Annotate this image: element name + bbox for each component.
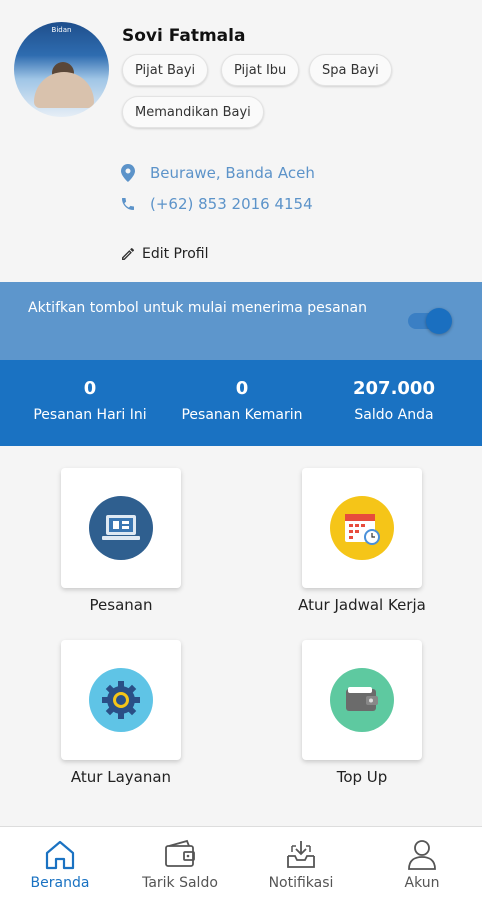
stat-balance: 207.000 Saldo Anda	[314, 360, 474, 423]
stats-bar: 0 Pesanan Hari Ini 0 Pesanan Kemarin 207…	[0, 360, 482, 446]
order-toggle[interactable]	[408, 308, 452, 334]
stat-value: 207.000	[353, 378, 435, 399]
home-icon	[0, 837, 120, 873]
service-chip-pijat-bayi[interactable]: Pijat Bayi	[122, 54, 209, 86]
service-chip-pijat-ibu[interactable]: Pijat Ibu	[221, 54, 300, 86]
location-pin-icon	[120, 164, 136, 182]
laptop-icon	[89, 496, 153, 560]
menu-label-atur-jadwal-kerja: Atur Jadwal Kerja	[298, 596, 426, 614]
menu-card-pesanan[interactable]	[61, 468, 181, 588]
edit-profile-label: Edit Profil	[142, 246, 209, 262]
avatar-brand: Bidan	[51, 26, 72, 34]
stat-orders-yesterday: 0 Pesanan Kemarin	[162, 360, 322, 423]
nav-notifikasi[interactable]: Notifikasi	[241, 827, 361, 900]
menu-label-pesanan: Pesanan	[89, 596, 153, 614]
menu-card-atur-layanan[interactable]	[61, 640, 181, 760]
nav-label: Beranda	[30, 875, 90, 891]
pencil-icon	[122, 247, 134, 260]
edit-profile-link[interactable]: Edit Profil	[120, 246, 208, 262]
nav-beranda[interactable]: Beranda	[0, 827, 120, 900]
stat-label: Saldo Anda	[354, 407, 434, 423]
service-chip-spa-bayi[interactable]: Spa Bayi	[309, 54, 392, 86]
location-text: Beurawe, Banda Aceh	[150, 164, 315, 182]
menu-card-atur-jadwal-kerja[interactable]	[302, 468, 422, 588]
activate-text: Aktifkan tombol untuk mulai menerima pes…	[28, 300, 367, 316]
menu-label-atur-layanan: Atur Layanan	[70, 768, 172, 786]
menu-card-top-up[interactable]	[302, 640, 422, 760]
menu-label-top-up: Top Up	[336, 768, 388, 786]
avatar[interactable]: Bidan	[14, 22, 109, 117]
stat-label: Pesanan Hari Ini	[33, 407, 147, 423]
nav-label: Notifikasi	[268, 875, 334, 891]
phone-icon	[120, 195, 136, 213]
stat-value: 0	[83, 378, 97, 399]
profile-header: Bidan Sovi Fatmala Pijat Bayi Pijat Ibu …	[0, 0, 482, 282]
nav-tarik-saldo[interactable]: Tarik Saldo	[120, 827, 240, 900]
phone-row: (+62) 853 2016 4154	[120, 195, 313, 213]
profile-name: Sovi Fatmala	[122, 26, 246, 46]
wallet-icon	[120, 837, 240, 873]
location-row: Beurawe, Banda Aceh	[120, 164, 315, 182]
wallet-icon	[330, 668, 394, 732]
stat-orders-today: 0 Pesanan Hari Ini	[10, 360, 170, 423]
gear-icon	[89, 668, 153, 732]
phone-text: (+62) 853 2016 4154	[150, 195, 313, 213]
bottom-nav: Beranda Tarik Saldo Notifikasi Akun	[0, 826, 482, 900]
nav-label: Tarik Saldo	[142, 875, 218, 891]
stat-value: 0	[235, 378, 249, 399]
stat-label: Pesanan Kemarin	[181, 407, 303, 423]
service-chip-memandikan-bayi[interactable]: Memandikan Bayi	[122, 96, 264, 128]
inbox-icon	[241, 837, 361, 873]
menu-grid: Pesanan Atur Jadwal Kerja Atur Layanan T…	[0, 446, 482, 826]
calendar-icon	[330, 496, 394, 560]
nav-akun[interactable]: Akun	[362, 827, 482, 900]
user-icon	[362, 837, 482, 873]
nav-label: Akun	[404, 875, 440, 891]
